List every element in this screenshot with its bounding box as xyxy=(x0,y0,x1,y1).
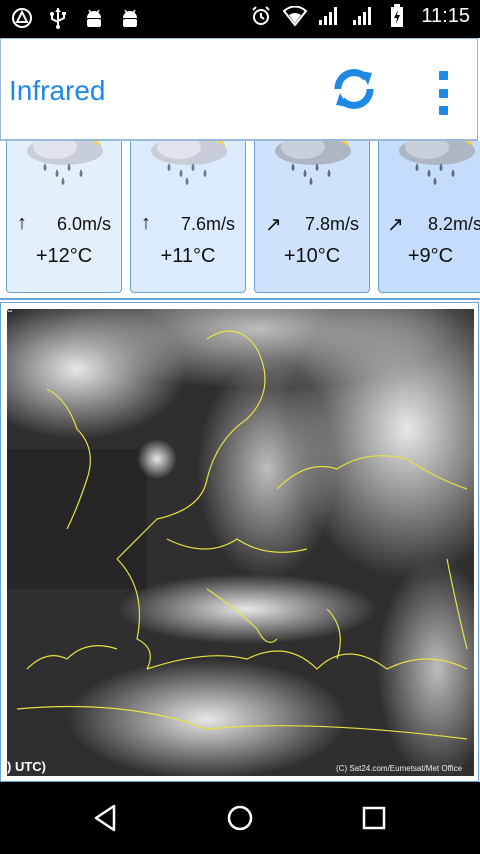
wind-direction-icon: ↑ xyxy=(141,212,151,234)
wind-direction-icon: ↗ xyxy=(265,214,282,236)
temperature: +10°C xyxy=(283,245,341,267)
alarm-icon xyxy=(249,4,273,28)
rain-snow-icon xyxy=(27,141,103,185)
signal-icon xyxy=(317,4,341,28)
assistant-icon xyxy=(10,6,34,30)
wifi-icon xyxy=(283,4,308,28)
usb-icon xyxy=(46,6,70,30)
temperature: +11°C xyxy=(160,245,216,267)
wind-speed: 7.6m/s xyxy=(180,214,235,234)
satellite-map[interactable]: (C) Sat24.com/Eumetsat/Met Office ) UTC) xyxy=(7,309,474,776)
wind-direction-icon: ↗ xyxy=(387,214,404,236)
rain-snow-icon xyxy=(399,141,475,185)
forecast-card[interactable]: ↑ 7.6m/s +11°C xyxy=(130,141,246,293)
satellite-map-frame: (C) Sat24.com/Eumetsat/Met Office ) UTC)… xyxy=(0,302,479,782)
notification-icons xyxy=(10,6,142,30)
map-credit: (C) Sat24.com/Eumetsat/Met Office xyxy=(336,764,463,773)
wind-speed: 8.2m/s xyxy=(427,214,480,234)
temperature: +9°C xyxy=(407,245,454,267)
map-timestamp: ) UTC) xyxy=(7,759,46,774)
forecast-card[interactable]: ↗ 7.8m/s +10°C xyxy=(254,141,370,293)
battery-charging-icon xyxy=(385,4,409,28)
map-corner-label: TC xyxy=(2,305,13,314)
forecast-card[interactable]: ↑ 6.0m/s +12°C xyxy=(6,141,122,293)
wind-speed: 6.0m/s xyxy=(56,214,111,234)
overflow-menu-icon[interactable] xyxy=(435,71,451,115)
app-bar: Infrared xyxy=(0,38,478,141)
forecast-strip[interactable]: ↑ 6.0m/s +12°C ↑ 7.6m/s +11°C ↗ 7.8m/s +10°… xyxy=(0,141,480,301)
android-icon xyxy=(118,6,142,30)
clock: 11:15 xyxy=(421,4,470,27)
navigation-bar xyxy=(0,782,480,854)
rain-snow-icon xyxy=(275,141,351,185)
status-bar: 11:15 xyxy=(0,0,480,38)
refresh-icon[interactable] xyxy=(328,63,380,115)
back-icon[interactable] xyxy=(90,802,122,834)
wind-speed: 7.8m/s xyxy=(304,214,359,234)
recents-icon[interactable] xyxy=(358,802,390,834)
forecast-card[interactable]: ↗ 8.2m/s +9°C xyxy=(378,141,480,293)
rain-snow-icon xyxy=(151,141,227,185)
home-icon[interactable] xyxy=(224,802,256,834)
android-icon xyxy=(82,6,106,30)
page-title: Infrared xyxy=(9,75,106,106)
system-icons: 11:15 xyxy=(249,4,470,28)
signal-icon xyxy=(351,4,375,28)
divider xyxy=(0,298,480,301)
wind-direction-icon: ↑ xyxy=(17,212,27,234)
temperature: +12°C xyxy=(35,245,93,267)
